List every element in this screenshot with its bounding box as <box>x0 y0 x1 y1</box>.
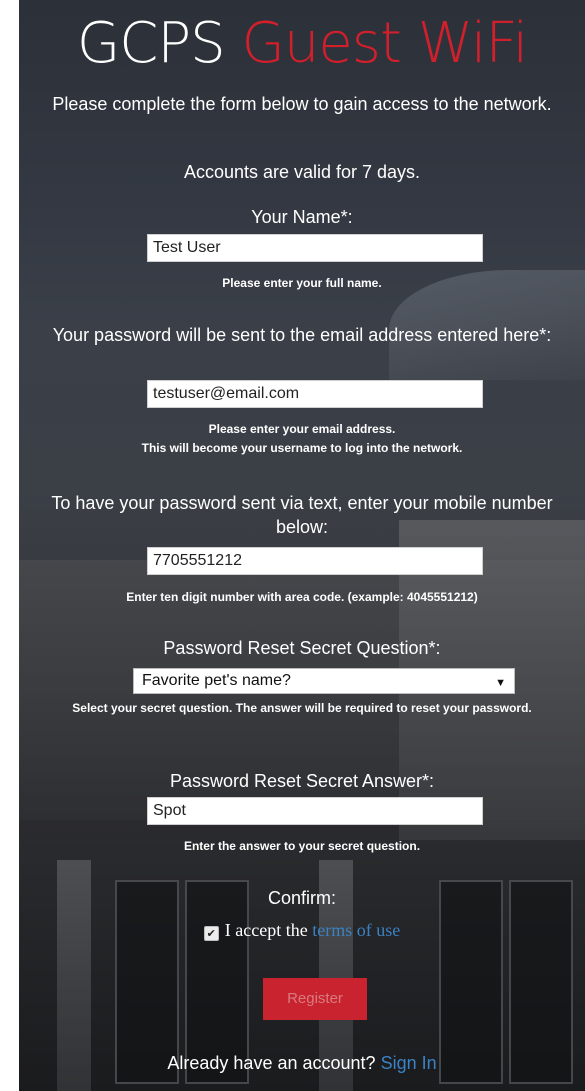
question-label: Password Reset Secret Question*: <box>163 638 441 658</box>
signup-form: GCPS Guest WiFi Please complete the form… <box>19 0 585 1091</box>
dropdown-arrow-icon: ▼ <box>495 677 506 689</box>
answer-input[interactable]: Spot <box>147 797 483 825</box>
email-input[interactable]: testuser@email.com <box>147 380 483 408</box>
brand-part-guest-wifi: Guest WiFi <box>241 11 528 76</box>
name-help: Please enter your full name. <box>222 276 382 290</box>
name-input[interactable]: Test User <box>147 234 483 262</box>
terms-row: ✔ I accept the terms of use <box>19 918 585 942</box>
brand-title: GCPS Guest WiFi <box>19 8 585 80</box>
question-select[interactable]: Favorite pet's name? ▼ <box>133 668 515 694</box>
email-label: Your password will be sent to the email … <box>52 325 552 345</box>
answer-label: Password Reset Secret Answer*: <box>169 771 435 791</box>
name-label: Your Name*: <box>251 207 353 227</box>
question-selected-value: Favorite pet's name? <box>142 672 291 689</box>
confirm-label: Confirm: <box>267 888 336 908</box>
mobile-help: Enter ten digit number with area code. (… <box>126 590 478 604</box>
brand-part-gcps: GCPS <box>76 11 226 76</box>
sign-in-link[interactable]: Sign In <box>381 1053 437 1073</box>
register-button[interactable]: Register <box>263 978 367 1020</box>
footer-text: Already have an account? <box>167 1053 376 1073</box>
answer-help: Enter the answer to your secret question… <box>183 839 421 853</box>
email-help-1: Please enter your email address. <box>208 422 396 436</box>
footer: Already have an account? Sign In <box>19 1051 585 1075</box>
email-help-2: This will become your username to log in… <box>141 441 463 455</box>
terms-checkbox[interactable]: ✔ <box>203 926 219 941</box>
accept-text: I accept the <box>224 920 308 940</box>
intro-text: Please complete the form below to gain a… <box>52 94 552 114</box>
terms-link[interactable]: terms of use <box>312 920 400 940</box>
mobile-label: To have your password sent via text, ent… <box>51 493 553 537</box>
mobile-input[interactable]: 7705551212 <box>147 547 483 575</box>
validity-text: Accounts are valid for 7 days. <box>183 162 421 182</box>
question-help: Select your secret question. The answer … <box>72 701 532 715</box>
